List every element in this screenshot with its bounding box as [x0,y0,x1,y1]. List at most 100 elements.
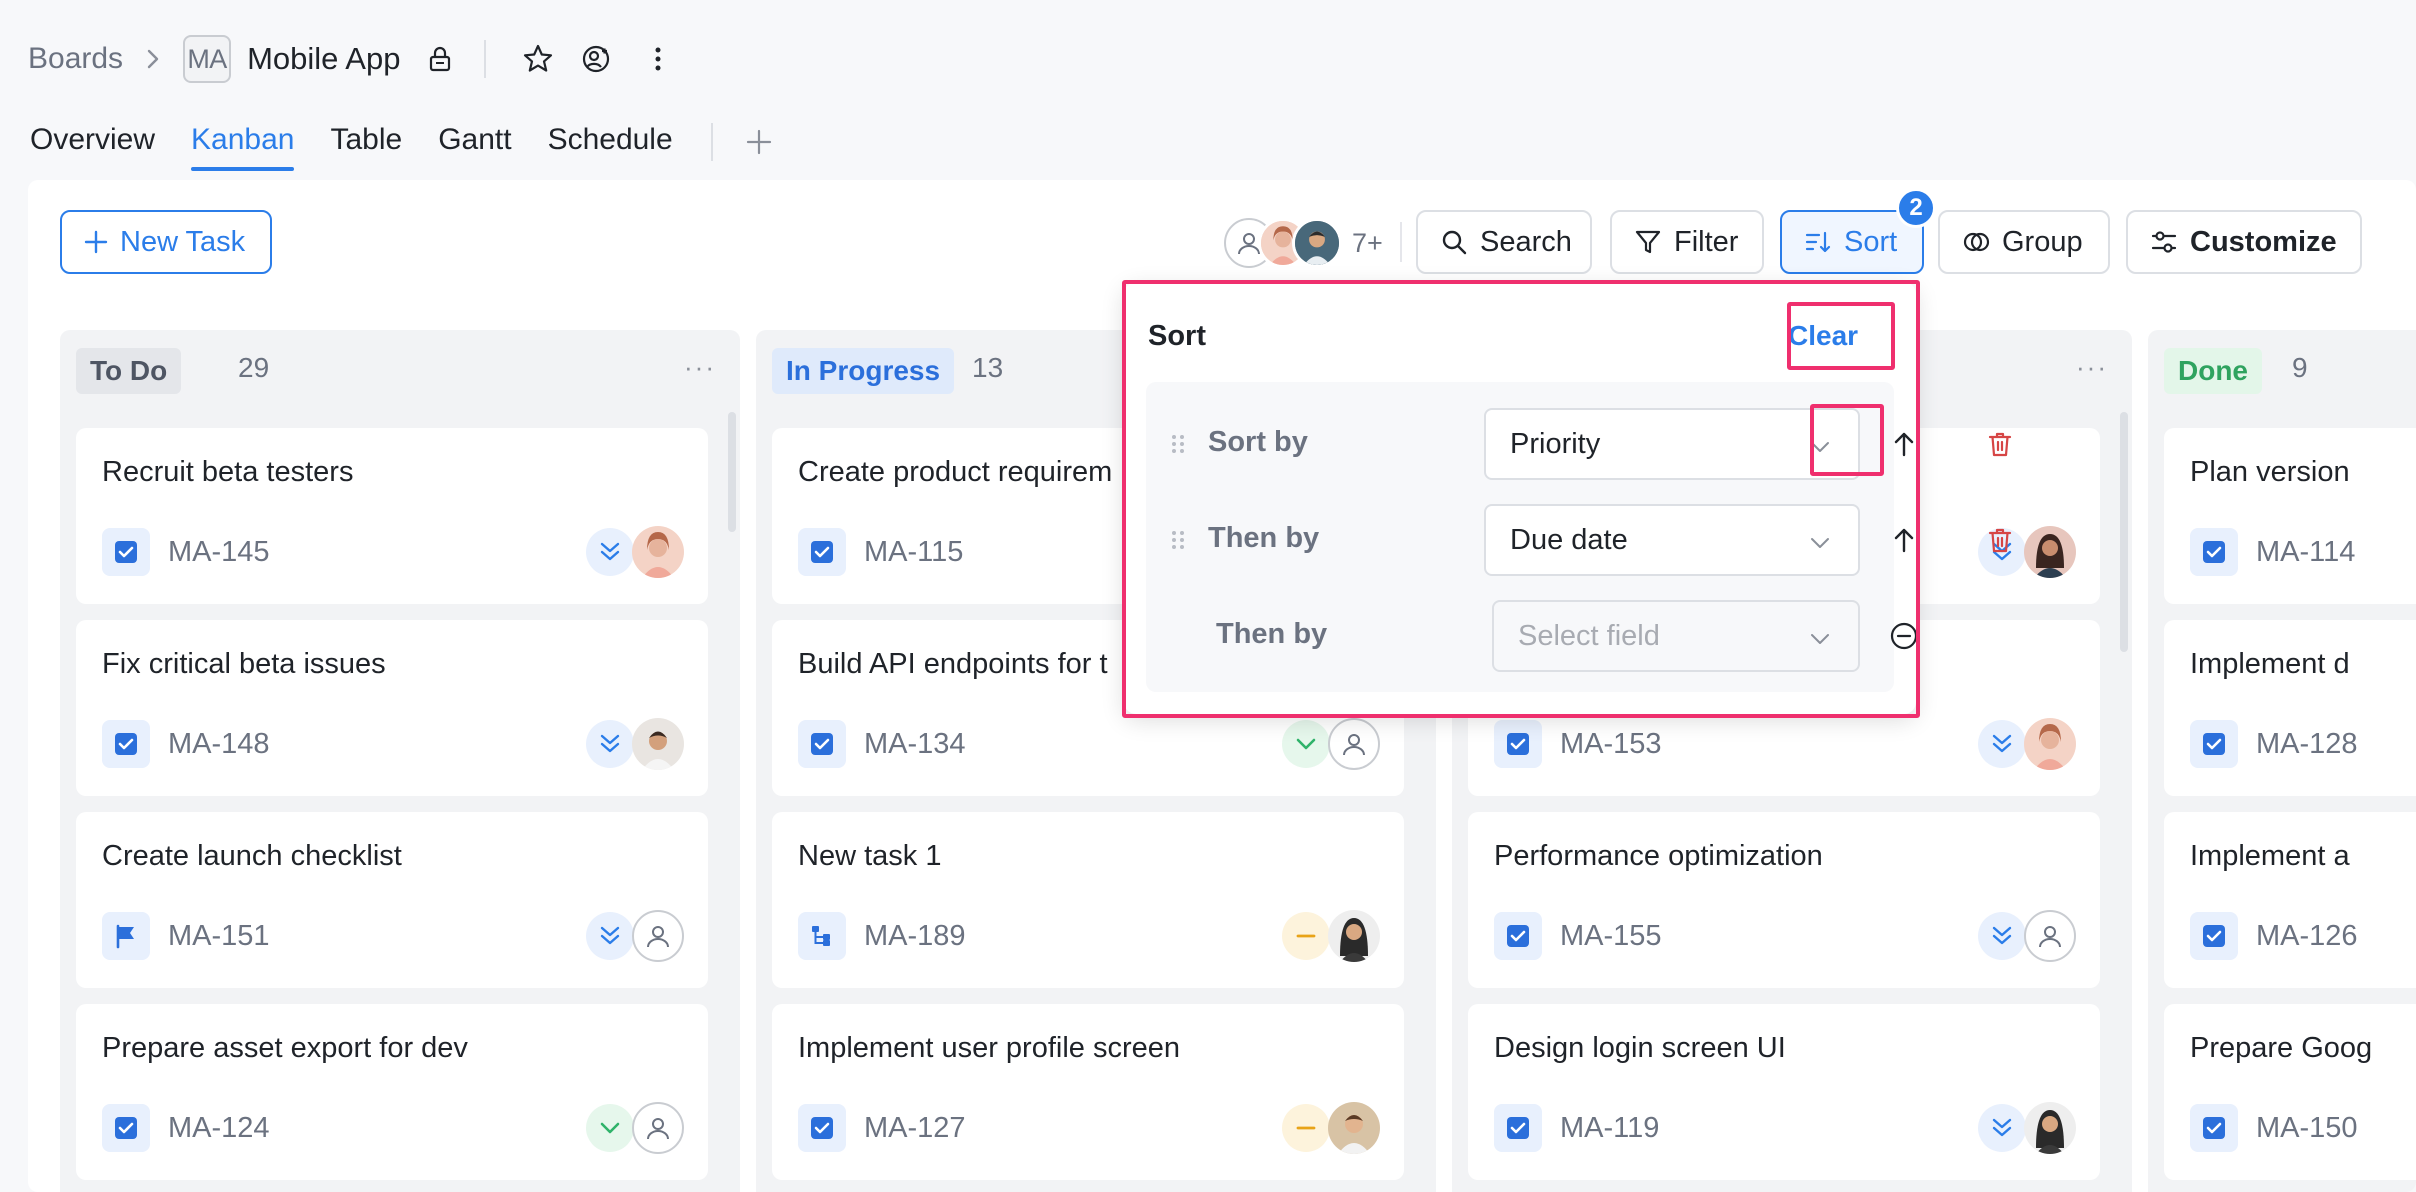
priority-high-icon[interactable] [1978,720,2026,768]
assignee-avatar[interactable] [632,718,684,770]
column-more-icon[interactable]: ··· [684,352,716,383]
chevron-down-icon [1808,626,1832,659]
subtask-icon [798,912,846,960]
assignee-avatar[interactable] [1328,910,1380,962]
new-task-label: New Task [120,225,246,258]
more-vertical-icon[interactable] [636,37,680,81]
plus-icon [84,230,108,254]
view-tabs: Overview Kanban Table Gantt Schedule [30,112,781,172]
column-scrollbar[interactable] [2120,412,2128,652]
card-title: Performance optimization [1494,840,1823,872]
sort-rules: Sort by Priority Then by Due date Then b… [1146,382,2012,692]
add-view-plus-icon[interactable] [737,120,781,164]
task-card[interactable]: Implement d MA-128 [2164,620,2416,796]
tab-gantt[interactable]: Gantt [438,123,511,161]
delete-trash-icon[interactable] [1978,518,2022,562]
task-card[interactable]: Implement a MA-126 [2164,812,2416,988]
task-checkbox-icon [1494,720,1542,768]
task-card[interactable]: Prepare Goog MA-150 [2164,1004,2416,1180]
task-checkbox-icon [2190,912,2238,960]
card-key: MA-134 [864,728,966,760]
user-follow-icon[interactable] [574,37,618,81]
breadcrumb-boards-link[interactable]: Boards [28,42,123,76]
card-key: MA-148 [168,728,270,760]
column-status-tag: To Do [76,348,182,394]
group-icon [1962,228,1990,256]
task-card[interactable]: Implement user profile screen MA-127 [772,1004,1404,1180]
task-card[interactable]: Plan version MA-114 [2164,428,2416,604]
card-key: MA-155 [1560,920,1662,952]
task-checkbox-icon [798,720,846,768]
task-checkbox-icon [1494,912,1542,960]
task-card[interactable]: Recruit beta testers MA-145 [76,428,708,604]
task-card[interactable]: Prepare asset export for dev MA-124 [76,1004,708,1180]
task-card[interactable]: Fix critical beta issues MA-148 [76,620,708,796]
delete-trash-icon[interactable] [1978,422,2022,466]
search-button[interactable]: Search [1416,210,1592,274]
sort-popover: Sort Clear Sort by Priority Then by Due … [1124,282,2012,714]
tab-table[interactable]: Table [330,123,402,161]
unassigned-user-icon[interactable] [2024,910,2076,962]
drag-handle-icon[interactable] [1168,528,1188,552]
filter-button[interactable]: Filter [1610,210,1764,274]
tab-kanban[interactable]: Kanban [191,123,295,171]
priority-low-icon[interactable] [586,1104,634,1152]
search-icon [1440,228,1468,256]
search-label: Search [1480,225,1572,258]
sort-field-value: Due date [1510,523,1628,556]
task-card[interactable]: Design login screen UI MA-119 [1468,1004,2100,1180]
toolbar-divider [1400,222,1402,262]
assignee-avatar[interactable] [2024,1102,2076,1154]
sort-ascending-arrow-icon[interactable] [1882,518,1926,562]
drag-handle-icon[interactable] [1168,432,1188,456]
priority-medium-icon[interactable] [1282,1104,1330,1152]
card-key: MA-127 [864,1112,966,1144]
assignee-avatar[interactable] [632,526,684,578]
sort-field-select[interactable]: Priority [1484,408,1860,480]
task-checkbox-icon [2190,528,2238,576]
assignee-avatar[interactable] [1328,1102,1380,1154]
select-field-dropdown[interactable]: Select field [1492,600,1860,672]
sort-field-select[interactable]: Due date [1484,504,1860,576]
column-status-tag: Done [2164,348,2262,394]
tab-schedule[interactable]: Schedule [548,123,673,161]
customize-button[interactable]: Customize [2126,210,2362,274]
card-title: Prepare asset export for dev [102,1032,468,1064]
priority-high-icon[interactable] [1978,1104,2026,1152]
column-done: Done 9 Plan version MA-114 Implement d M… [2148,330,2416,1192]
remove-minus-circle-icon[interactable] [1882,614,1926,658]
column-status-tag: In Progress [772,348,955,394]
task-checkbox-icon [798,528,846,576]
group-button[interactable]: Group [1938,210,2110,274]
tab-overview[interactable]: Overview [30,123,155,161]
members-more-count: 7+ [1352,227,1383,258]
assignee-avatar[interactable] [2024,718,2076,770]
priority-high-icon[interactable] [586,912,634,960]
priority-medium-icon[interactable] [1282,912,1330,960]
column-scrollbar[interactable] [728,412,736,532]
lock-icon[interactable] [418,37,462,81]
priority-high-icon[interactable] [586,528,634,576]
task-card[interactable]: New task 1 MA-189 [772,812,1404,988]
task-card[interactable]: Create launch checklist MA-151 [76,812,708,988]
assignee-avatar[interactable] [2024,526,2076,578]
new-task-button[interactable]: New Task [60,210,272,274]
unassigned-user-icon[interactable] [632,1102,684,1154]
card-key: MA-150 [2256,1112,2358,1144]
column-count: 9 [2292,352,2308,383]
unassigned-user-icon[interactable] [632,910,684,962]
chevron-down-icon [1808,530,1832,563]
card-title: Implement user profile screen [798,1032,1180,1064]
priority-high-icon[interactable] [1978,912,2026,960]
member-avatars[interactable]: 7+ [1224,216,1383,270]
unassigned-user-icon[interactable] [1328,718,1380,770]
priority-low-icon[interactable] [1282,720,1330,768]
task-card[interactable]: Performance optimization MA-155 [1468,812,2100,988]
header-divider [484,40,487,78]
priority-high-icon[interactable] [586,720,634,768]
clear-sort-button[interactable]: Clear [1788,320,1858,352]
column-more-icon[interactable]: ··· [2076,352,2108,383]
star-icon[interactable] [516,37,560,81]
project-name: Mobile App [247,41,401,76]
sort-ascending-arrow-icon[interactable] [1882,422,1926,466]
